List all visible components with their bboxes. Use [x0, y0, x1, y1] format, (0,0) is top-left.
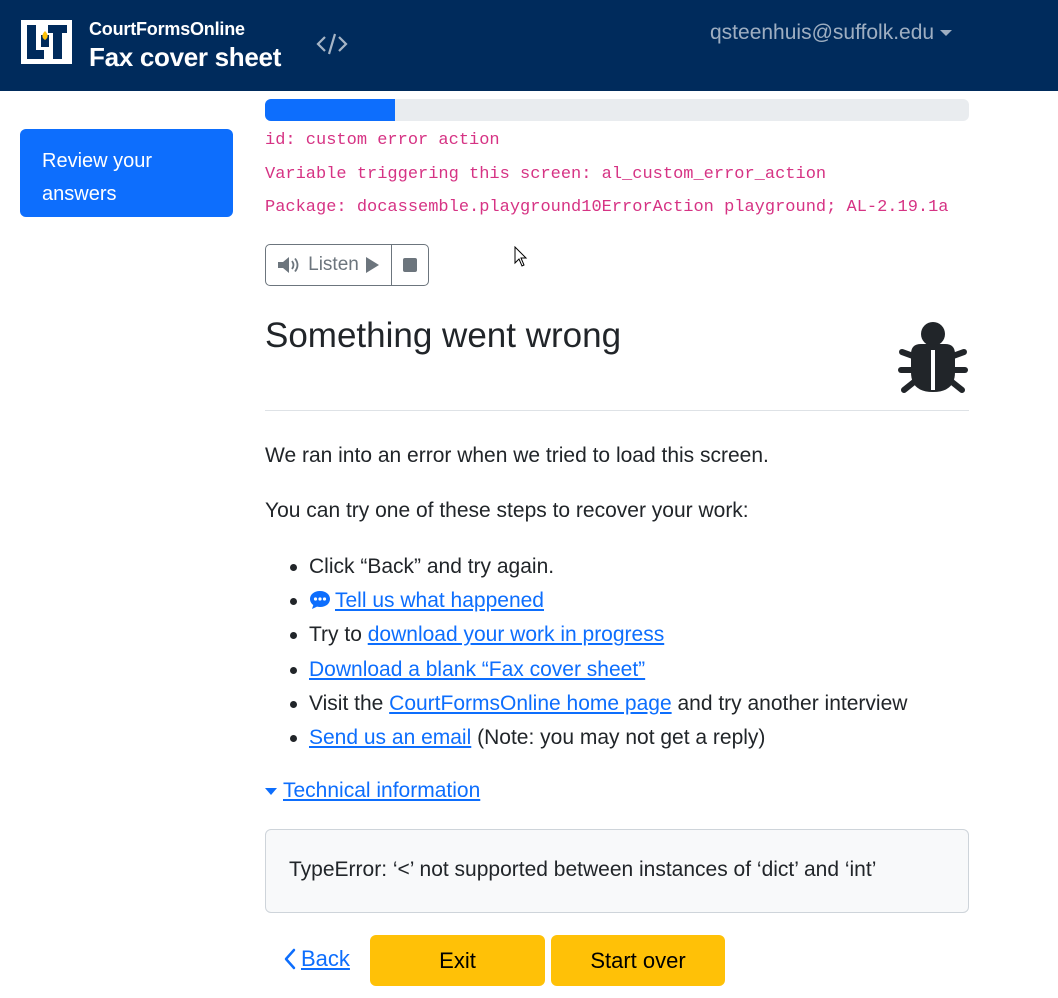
interview-title[interactable]: Fax cover sheet: [89, 42, 281, 73]
stop-button[interactable]: [392, 245, 428, 285]
chevron-down-icon: [940, 30, 953, 36]
chevron-left-icon: [284, 948, 296, 970]
audio-controls: Listen: [265, 244, 429, 286]
play-icon: [365, 257, 379, 273]
user-menu-dropdown[interactable]: qsteenhuis@suffolk.edu: [710, 21, 953, 45]
debug-package: Package: docassemble.playground10ErrorAc…: [265, 198, 949, 217]
technical-info-toggle[interactable]: Technical information: [265, 779, 480, 803]
listen-button[interactable]: Listen: [266, 245, 392, 285]
top-navbar: CourtFormsOnline Fax cover sheet qsteenh…: [0, 0, 1058, 91]
tell-us-link[interactable]: Tell us what happened: [309, 589, 544, 612]
download-progress-link[interactable]: download your work in progress: [368, 623, 664, 646]
progress-bar-fill: [265, 99, 396, 121]
bug-icon: [898, 322, 968, 393]
review-answers-button[interactable]: Review your answers: [20, 129, 233, 217]
chat-icon: [310, 591, 330, 610]
code-icon[interactable]: [316, 31, 348, 57]
page-title: Something went wrong: [265, 316, 622, 355]
exit-button[interactable]: Exit: [370, 935, 545, 986]
list-item: Click “Back” and try again.: [265, 551, 907, 585]
error-intro-text: We ran into an error when we tried to lo…: [265, 444, 769, 467]
debug-question-id: id: custom error action: [265, 131, 500, 150]
send-email-link[interactable]: Send us an email: [309, 726, 471, 749]
email-note: (Note: you may not get a reply): [471, 725, 766, 749]
steps-intro-text: You can try one of these steps to recove…: [265, 499, 749, 522]
title-divider: [265, 410, 969, 411]
step-try-to: Try to: [309, 623, 368, 647]
technical-info-label: Technical information: [283, 779, 481, 802]
list-item: Try to download your work in progress: [265, 619, 907, 653]
step-visit-the: Visit the: [309, 691, 390, 715]
user-email: qsteenhuis@suffolk.edu: [710, 21, 935, 44]
error-message: TypeError: ‘<’ not supported between ins…: [289, 858, 877, 881]
mouse-pointer-icon: [514, 246, 528, 267]
volume-icon: [278, 257, 299, 273]
list-item: Download a blank “Fax cover sheet”: [265, 654, 907, 688]
progress-bar: [265, 99, 969, 121]
start-over-button[interactable]: Start over: [551, 935, 725, 986]
step-try-another: and try another interview: [671, 691, 908, 715]
stop-icon: [403, 258, 417, 272]
home-page-link[interactable]: CourtFormsOnline home page: [389, 692, 671, 715]
caret-down-icon: [265, 787, 277, 795]
list-item: Visit the CourtFormsOnline home page and…: [265, 688, 907, 722]
back-label: Back: [301, 946, 350, 971]
error-message-box: TypeError: ‘<’ not supported between ins…: [265, 829, 969, 913]
download-blank-form-link[interactable]: Download a blank “Fax cover sheet”: [309, 658, 645, 681]
debug-variable: Variable triggering this screen: al_cust…: [265, 165, 827, 184]
list-item: Tell us what happened: [265, 585, 907, 619]
step-click-back: Click “Back” and try again.: [309, 555, 555, 578]
list-item: Send us an email (Note: you may not get …: [265, 722, 907, 756]
recovery-steps-list: Click “Back” and try again. Tell us what…: [265, 551, 907, 756]
brand-subtitle[interactable]: CourtFormsOnline: [89, 19, 245, 40]
back-button[interactable]: Back: [283, 946, 350, 972]
lit-logo[interactable]: [21, 20, 72, 64]
tell-us-label: Tell us what happened: [335, 589, 544, 613]
listen-label: Listen: [308, 254, 359, 275]
